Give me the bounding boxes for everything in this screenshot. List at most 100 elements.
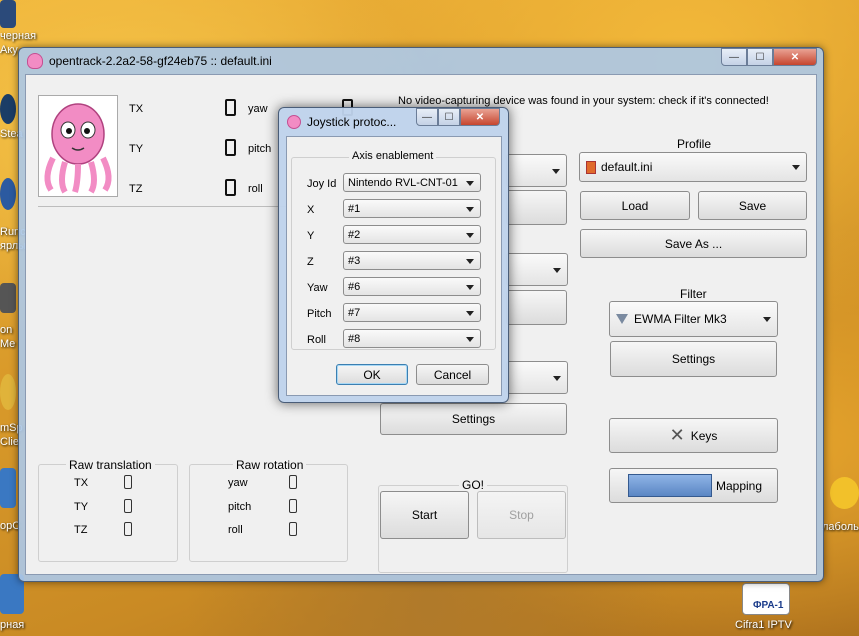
ok-button[interactable]: OK <box>336 364 408 385</box>
raw-pitch-display <box>289 499 297 513</box>
y-axis-label: Y <box>307 230 315 242</box>
desktop-label-11: рная <box>0 619 25 631</box>
tools-icon: ✕ <box>669 425 685 445</box>
dialog-title: Joystick protoc... <box>307 115 397 129</box>
desktop-icon-1[interactable] <box>0 0 16 28</box>
raw-ty-display <box>124 499 132 513</box>
pose-roll-label: roll <box>248 183 263 195</box>
desktop-label-7: Me <box>0 338 16 350</box>
raw-tz-display <box>124 522 132 536</box>
z-axis-select[interactable]: #3 <box>343 251 481 270</box>
profile-select[interactable]: default.ini <box>579 152 807 182</box>
raw-tz-label: TZ <box>74 524 88 536</box>
octopus-mascot-image <box>38 95 118 197</box>
filter-select-value: EWMA Filter Mk3 <box>634 312 727 326</box>
x-axis-label: X <box>307 204 315 216</box>
raw-rotation-title: Raw rotation <box>233 458 307 472</box>
pose-yaw-label: yaw <box>248 103 268 115</box>
start-button[interactable]: Start <box>380 491 469 539</box>
app-icon-gray[interactable] <box>0 283 16 313</box>
roll-axis-value: #8 <box>348 332 361 345</box>
keys-button[interactable]: ✕ Keys <box>609 418 778 453</box>
close-button[interactable]: ✕ <box>773 48 817 66</box>
steam-icon[interactable] <box>0 94 16 124</box>
filter-settings-button[interactable]: Settings <box>610 341 777 377</box>
joy-id-select[interactable]: Nintendo RVL-CNT-01 <box>343 173 481 192</box>
roll-axis-select[interactable]: #8 <box>343 329 481 348</box>
protocol-select[interactable] <box>506 253 568 286</box>
tracker-select[interactable] <box>506 154 567 187</box>
raw-roll-label: roll <box>228 524 243 536</box>
stop-button[interactable]: Stop <box>477 491 566 539</box>
z-axis-label: Z <box>307 256 314 268</box>
maximize-button[interactable]: ☐ <box>747 48 773 66</box>
chevron-down-icon <box>763 317 771 322</box>
protocol-settings-button[interactable]: Settings <box>380 403 567 435</box>
chevron-down-icon <box>552 168 560 174</box>
minimize-button[interactable]: — <box>721 48 747 66</box>
x-axis-value: #1 <box>348 202 361 215</box>
y-axis-value: #2 <box>348 228 361 241</box>
app-icon-yellow[interactable] <box>0 374 16 410</box>
desktop-label-1: черная <box>0 30 37 42</box>
joystick-protocol-dialog: Joystick protoc... — ☐ ✕ Axis enablement… <box>278 107 509 403</box>
chevron-down-icon <box>792 165 800 170</box>
pose-ty-display <box>225 139 236 156</box>
filter-select[interactable]: EWMA Filter Mk3 <box>609 301 778 337</box>
desktop-label-6: on <box>0 324 13 336</box>
profile-select-value: default.ini <box>601 160 653 174</box>
dialog-maximize-button[interactable]: ☐ <box>438 108 460 126</box>
roll-axis-label: Roll <box>307 334 326 346</box>
pose-tx-display <box>225 99 236 116</box>
protocol-aux-button[interactable] <box>506 290 567 325</box>
chevron-down-icon <box>553 375 561 381</box>
profile-group-title: Profile <box>674 137 715 151</box>
pitch-axis-select[interactable]: #7 <box>343 303 481 322</box>
raw-translation-group <box>38 464 178 562</box>
raw-rotation-group <box>189 464 348 562</box>
pitch-axis-value: #7 <box>348 306 361 319</box>
title-bar[interactable]: opentrack-2.2a2-58-gf24eb75 :: default.i… <box>19 48 823 74</box>
app-icon-orange[interactable] <box>0 468 16 508</box>
raw-tx-display <box>124 475 132 489</box>
raw-yaw-display <box>289 475 297 489</box>
mapping-button[interactable]: Mapping <box>609 468 778 503</box>
dialog-title-bar[interactable]: Joystick protoc... — ☐ ✕ <box>279 108 508 134</box>
y-axis-select[interactable]: #2 <box>343 225 481 244</box>
save-as-button[interactable]: Save As ... <box>580 229 807 258</box>
caption-buttons: — ☐ ✕ <box>721 48 817 66</box>
octopus-icon <box>27 53 43 69</box>
status-message: No video-capturing device was found in y… <box>398 95 769 107</box>
raw-tx-label: TX <box>74 477 89 489</box>
pitch-axis-label: Pitch <box>307 308 332 320</box>
smiley-icon[interactable] <box>830 477 859 509</box>
cancel-button[interactable]: Cancel <box>416 364 489 385</box>
desktop-label-2: Аку <box>0 44 18 56</box>
axis-enablement-title: Axis enablement <box>349 150 437 162</box>
mapping-curve-icon <box>628 474 712 497</box>
x-axis-select[interactable]: #1 <box>343 199 481 218</box>
tracker-settings-button[interactable] <box>506 190 567 225</box>
desktop-label-14: лаболь <box>822 521 859 533</box>
protocol-select-2[interactable] <box>506 361 568 394</box>
iptv-badge: ФРА-1 <box>753 600 784 611</box>
app-icon-blue[interactable] <box>0 178 16 210</box>
chevron-down-icon <box>466 258 474 264</box>
desktop-label-9: Clie <box>0 436 19 448</box>
yaw-axis-label: Yaw <box>307 282 328 294</box>
dialog-close-button[interactable]: ✕ <box>460 108 500 126</box>
dialog-client-area: Axis enablement Joy Id Nintendo RVL-CNT-… <box>286 136 502 396</box>
go-group-title: GO! <box>459 478 488 492</box>
load-button[interactable]: Load <box>580 191 690 220</box>
save-button[interactable]: Save <box>698 191 807 220</box>
keys-label: Keys <box>690 428 718 443</box>
yaw-axis-select[interactable]: #6 <box>343 277 481 296</box>
dialog-minimize-button[interactable]: — <box>416 108 438 126</box>
joy-id-value: Nintendo RVL-CNT-01 <box>348 176 458 189</box>
chevron-down-icon <box>466 180 474 186</box>
pose-pitch-label: pitch <box>248 143 272 155</box>
octopus-icon <box>287 115 301 129</box>
chevron-down-icon <box>553 267 561 273</box>
pose-tz-display <box>225 179 236 196</box>
raw-pitch-label: pitch <box>228 501 252 513</box>
